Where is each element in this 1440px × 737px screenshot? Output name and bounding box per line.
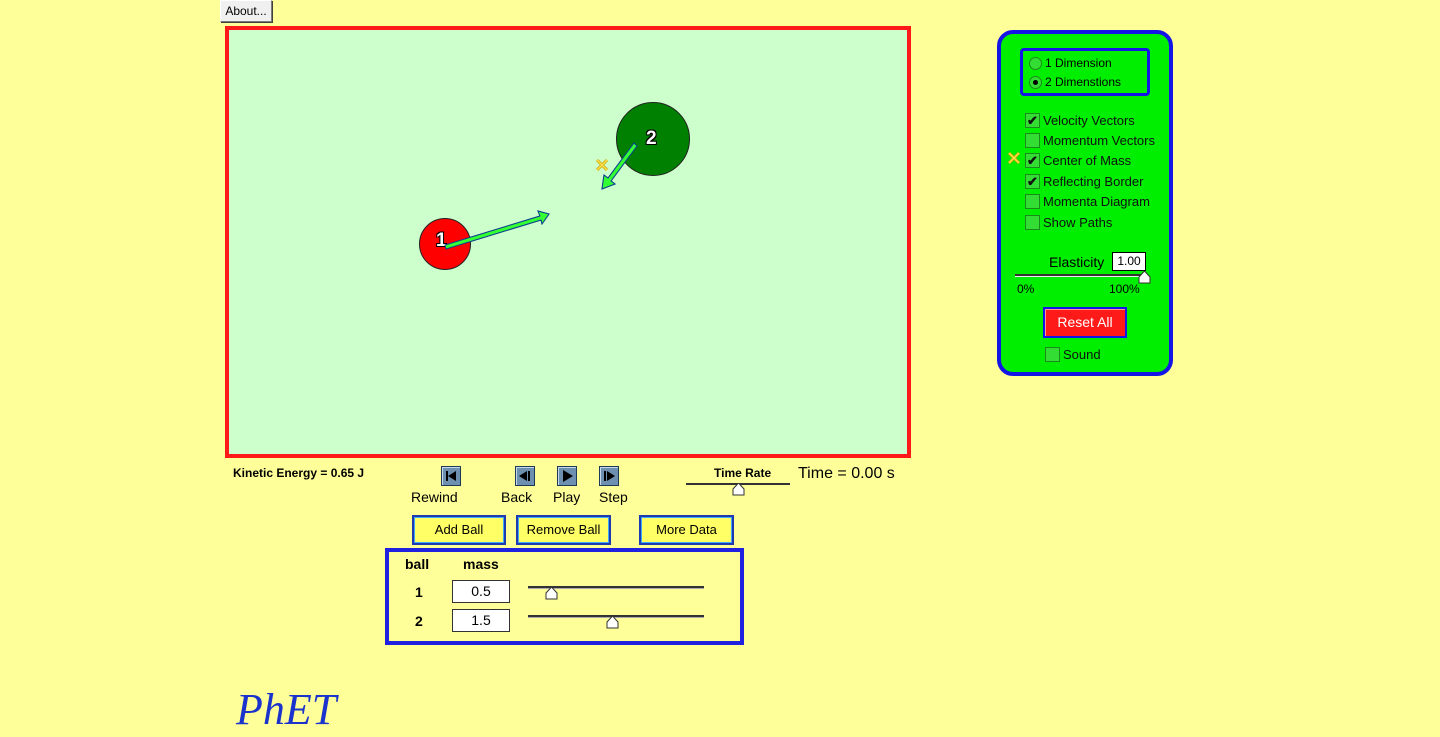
checkbox-momenta-diagram[interactable]: Momenta Diagram <box>1025 194 1150 209</box>
elasticity-max-label: 100% <box>1109 282 1140 296</box>
elasticity-slider[interactable] <box>1015 274 1145 277</box>
checkbox-velocity-vectors[interactable]: ✔ Velocity Vectors <box>1025 113 1135 128</box>
play-button[interactable] <box>557 466 577 486</box>
step-button[interactable] <box>599 466 619 486</box>
time-rate-slider-thumb[interactable] <box>732 483 745 496</box>
checkbox[interactable]: ✔ <box>1025 174 1040 189</box>
radio-label: 1 Dimension <box>1045 56 1112 70</box>
checkbox[interactable] <box>1025 194 1040 209</box>
radio-button[interactable] <box>1029 56 1042 70</box>
step-back-icon <box>519 471 530 481</box>
step-label: Step <box>599 489 628 505</box>
ball-1-row-label: 1 <box>415 584 423 600</box>
back-button[interactable] <box>515 466 535 486</box>
time-readout: Time = 0.00 s <box>798 465 895 482</box>
reset-all-button[interactable]: Reset All <box>1043 307 1127 338</box>
play-area[interactable]: 1 2 <box>225 26 911 458</box>
kinetic-energy-readout: Kinetic Energy = 0.65 J <box>233 466 365 480</box>
elasticity-label: Elasticity <box>1049 254 1105 270</box>
ball-1-label: 1 <box>436 230 447 251</box>
radio-button[interactable] <box>1029 75 1042 89</box>
ball-1-mass-slider-thumb[interactable] <box>545 587 558 600</box>
checkbox[interactable] <box>1025 133 1040 148</box>
checkbox[interactable]: ✔ <box>1025 153 1040 168</box>
about-button[interactable]: About... <box>220 0 272 22</box>
checkbox[interactable]: ✔ <box>1025 113 1040 128</box>
checkbox-label: Show Paths <box>1043 215 1113 230</box>
elasticity-min-label: 0% <box>1017 282 1035 296</box>
ball-2-label: 2 <box>646 128 657 149</box>
checkbox-label: Sound <box>1063 347 1101 362</box>
checkbox-reflecting-border[interactable]: ✔ Reflecting Border <box>1025 174 1143 189</box>
step-forward-icon <box>604 471 615 481</box>
checkbox-show-paths[interactable]: Show Paths <box>1025 215 1112 230</box>
more-data-button[interactable]: More Data <box>639 515 734 545</box>
remove-ball-button[interactable]: Remove Ball <box>516 515 611 545</box>
rewind-label: Rewind <box>411 489 458 505</box>
center-of-mass-marker[interactable] <box>595 158 609 172</box>
ball-1-mass-field[interactable]: 0.5 <box>452 580 510 603</box>
checkbox[interactable] <box>1025 215 1040 230</box>
ball-column-header: ball <box>405 556 430 572</box>
checkbox-center-of-mass[interactable]: ✔ Center of Mass <box>1025 153 1131 168</box>
vector-overlay <box>444 142 638 250</box>
radio-1-dimension[interactable]: 1 Dimension <box>1029 56 1112 70</box>
time-rate-label: Time Rate <box>714 466 772 480</box>
radio-2-dimensions[interactable]: 2 Dimenstions <box>1029 75 1121 89</box>
phet-logo: PhET <box>236 685 337 734</box>
ball-2-mass-slider-thumb[interactable] <box>606 616 619 629</box>
center-of-mass-icon <box>1007 151 1021 165</box>
checkbox[interactable] <box>1045 347 1060 362</box>
play-label: Play <box>553 489 581 505</box>
checkbox-label: Center of Mass <box>1043 153 1132 168</box>
ball-2-row-label: 2 <box>415 613 423 629</box>
mass-column-header: mass <box>463 556 499 572</box>
rewind-icon <box>446 471 456 481</box>
checkbox-label: Momentum Vectors <box>1043 133 1155 148</box>
back-label: Back <box>501 489 533 505</box>
play-icon <box>563 470 573 482</box>
control-panel: 1 Dimension 2 Dimenstions ✔ Velocity Vec… <box>997 30 1173 376</box>
checkbox-sound[interactable]: Sound <box>1045 347 1101 362</box>
mass-table: ball mass 1 0.5 2 1.5 <box>385 548 744 645</box>
radio-label: 2 Dimenstions <box>1045 75 1122 89</box>
checkbox-label: Reflecting Border <box>1043 174 1144 189</box>
elasticity-field[interactable]: 1.00 <box>1112 252 1146 271</box>
checkbox-label: Velocity Vectors <box>1043 113 1135 128</box>
dimension-selector: 1 Dimension 2 Dimenstions <box>1020 48 1150 96</box>
rewind-button[interactable] <box>441 466 461 486</box>
checkbox-momentum-vectors[interactable]: Momentum Vectors <box>1025 133 1155 148</box>
checkbox-label: Momenta Diagram <box>1043 194 1150 209</box>
add-ball-button[interactable]: Add Ball <box>412 515 506 545</box>
ball-2-mass-field[interactable]: 1.5 <box>452 609 510 632</box>
